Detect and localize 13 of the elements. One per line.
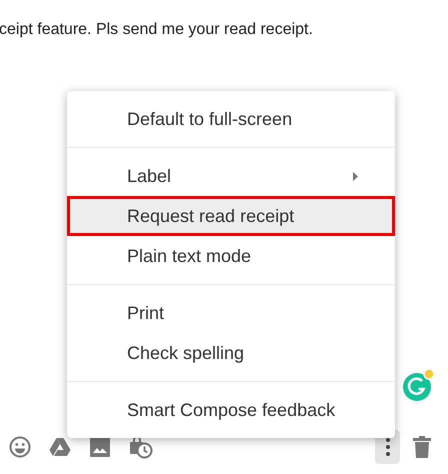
menu-item[interactable]: Label <box>67 156 395 196</box>
more-vertical-icon <box>384 437 390 457</box>
menu-item[interactable]: Plain text mode <box>67 236 395 276</box>
trash-icon[interactable] <box>413 436 431 458</box>
menu-item[interactable]: Print <box>67 293 395 333</box>
menu-item[interactable]: Default to full-screen <box>67 99 395 139</box>
menu-item[interactable]: Request read receipt <box>67 196 395 236</box>
emoji-icon[interactable] <box>9 436 31 458</box>
menu-item[interactable]: Smart Compose feedback <box>67 390 395 430</box>
submenu-arrow-icon <box>353 172 358 180</box>
image-icon[interactable] <box>90 437 110 457</box>
message-text: ceipt feature. Pls send me your read receipt. <box>0 21 313 39</box>
menu-item[interactable]: Check spelling <box>67 333 395 373</box>
